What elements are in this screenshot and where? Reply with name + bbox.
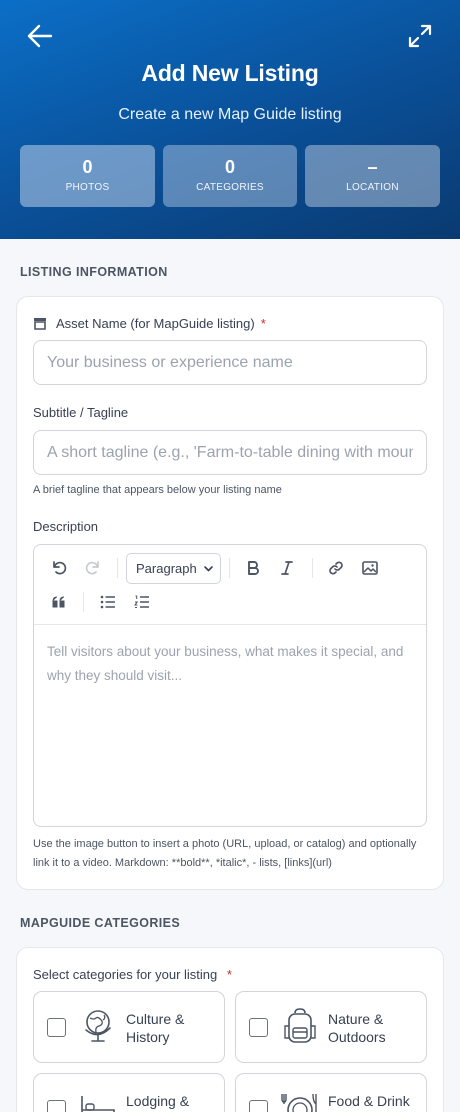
section-heading-listing: LISTING INFORMATION <box>20 265 168 279</box>
category-option-nature-outdoors[interactable]: Nature & Outdoors <box>235 991 427 1063</box>
stat-categories: 0 CATEGORIES <box>163 145 297 207</box>
category-label: Nature & Outdoors <box>328 1011 386 1045</box>
store-icon <box>34 318 46 330</box>
editor-toolbar: Paragraph <box>34 545 426 625</box>
description-label: Description <box>33 519 99 534</box>
category-option-culture-history[interactable]: Culture & History <box>33 991 225 1063</box>
description-editor[interactable]: Paragraph Tell visitors about your busin… <box>33 544 427 827</box>
stat-photos: 0 PHOTOS <box>20 145 155 207</box>
bold-button[interactable] <box>240 555 266 581</box>
stat-value: – <box>367 157 378 177</box>
page-header: Add New Listing Create a new Map Guide l… <box>0 0 460 239</box>
asset-name-label-text: Asset Name (for MapGuide listing) <box>56 316 255 331</box>
undo-icon <box>53 561 67 575</box>
fullscreen-button[interactable] <box>402 18 438 54</box>
category-checkbox[interactable] <box>249 1100 268 1112</box>
stat-value: 0 <box>82 157 93 177</box>
category-label: Culture & History <box>126 1011 185 1045</box>
required-marker: * <box>260 316 266 331</box>
stat-label: CATEGORIES <box>196 182 264 193</box>
page-title: Add New Listing <box>141 60 319 86</box>
description-help: Use the image button to insert a photo (… <box>33 838 417 869</box>
bold-icon <box>248 561 259 575</box>
globe-icon <box>85 1010 111 1042</box>
subtitle-label: Subtitle / Tagline <box>33 405 129 420</box>
subtitle-help: A brief tagline that appears below your … <box>33 484 282 496</box>
bed-icon <box>81 1096 115 1112</box>
categories-label-text: Select categories for your listing <box>33 967 218 982</box>
stat-label: LOCATION <box>346 182 399 193</box>
format-select[interactable]: Paragraph <box>126 553 221 584</box>
toolbar-divider <box>117 558 118 578</box>
numbered-list-icon <box>134 595 149 608</box>
toolbar-divider <box>312 558 313 578</box>
dining-icon <box>281 1093 317 1112</box>
category-label: Lodging & Stays <box>126 1093 190 1112</box>
category-checkbox[interactable] <box>249 1018 268 1037</box>
numbered-list-button[interactable] <box>129 589 155 615</box>
asset-name-label: Asset Name (for MapGuide listing) * <box>33 316 266 331</box>
link-icon <box>329 561 343 575</box>
back-button[interactable] <box>22 18 58 54</box>
format-select-value: Paragraph <box>136 561 197 576</box>
category-checkbox[interactable] <box>47 1018 66 1037</box>
stat-value: 0 <box>224 157 235 177</box>
stat-location: – LOCATION <box>305 145 440 207</box>
arrow-left-icon <box>27 24 53 48</box>
quote-icon <box>52 596 65 608</box>
image-icon <box>362 561 378 575</box>
category-option-lodging-stays[interactable]: Lodging & Stays <box>33 1073 225 1112</box>
expand-icon <box>408 24 432 48</box>
italic-button[interactable] <box>274 555 300 581</box>
undo-button[interactable] <box>46 555 72 581</box>
editor-placeholder: Tell visitors about your business, what … <box>47 644 404 683</box>
redo-button[interactable] <box>80 555 106 581</box>
bullet-list-button[interactable] <box>95 589 121 615</box>
chevron-down-icon <box>204 566 213 572</box>
italic-icon <box>281 561 293 575</box>
category-checkbox[interactable] <box>47 1100 66 1112</box>
image-button[interactable] <box>357 555 383 581</box>
required-marker: * <box>226 967 232 982</box>
toolbar-divider <box>229 558 230 578</box>
page-subtitle: Create a new Map Guide listing <box>118 106 342 123</box>
stat-label: PHOTOS <box>65 182 110 193</box>
asset-name-input[interactable] <box>33 340 427 385</box>
subtitle-input[interactable] <box>33 430 427 475</box>
category-label: Food & Drink <box>328 1093 410 1109</box>
bullet-list-icon <box>100 595 115 609</box>
backpack-icon <box>284 1008 316 1043</box>
section-heading-categories: MAPGUIDE CATEGORIES <box>20 916 181 930</box>
toolbar-divider <box>83 592 84 612</box>
link-button[interactable] <box>323 555 349 581</box>
category-option-food-drink[interactable]: Food & Drink <box>235 1073 427 1112</box>
categories-label: Select categories for your listing * <box>33 967 232 982</box>
redo-icon <box>85 561 99 575</box>
blockquote-button[interactable] <box>46 589 72 615</box>
